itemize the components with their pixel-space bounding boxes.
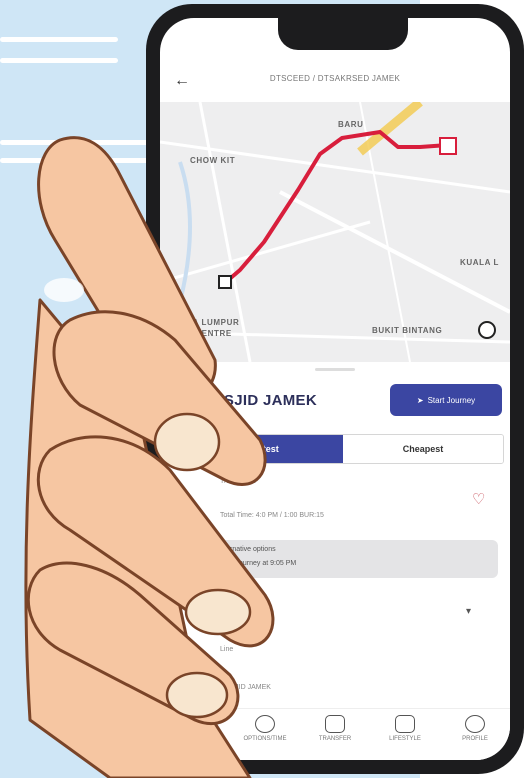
destination-marker: [439, 137, 457, 155]
decor-stripe: [0, 37, 118, 42]
nav-label-transfer: TRANSFER: [318, 736, 352, 742]
sheet-handle[interactable]: [315, 368, 355, 371]
transfer-icon: [325, 715, 345, 733]
tab-cheapest[interactable]: Cheapest: [343, 435, 503, 463]
decor-stripe: [0, 140, 160, 145]
top-bar: ← DTSCEED / DTSAKRSED JAMEK: [160, 66, 510, 102]
start-journey-label: Start Journey: [427, 395, 476, 405]
route-option-tabs: Fastest Cheapest: [182, 434, 504, 464]
travel-time-label: Travel Time: [220, 478, 257, 485]
nav-profile[interactable]: PROFILE: [440, 709, 510, 760]
route-map[interactable]: BARU CHOW KIT KUALA L KUALA LUMPUR CITY …: [160, 102, 510, 362]
line-label: Line: [220, 646, 234, 653]
nav-lifestyle[interactable]: LIFESTYLE: [370, 709, 440, 760]
origin-marker: [218, 275, 232, 289]
phone-screen: ← DTSCEED / DTSAKRSED JAMEK BARU CHOW KI…: [160, 18, 510, 760]
info-subtitle: Trip | Journey at 9:05 PM: [218, 560, 297, 567]
map-label-bukit-bintang: BUKIT BINTANG: [372, 326, 443, 335]
map-label-klcc: KUALA LUMPUR: [168, 318, 240, 327]
tab-fastest[interactable]: Fastest: [183, 435, 343, 463]
navigation-arrow-icon: ➤: [416, 395, 424, 405]
search-icon: [185, 715, 205, 733]
alternative-info-box[interactable]: Alternative options Trip | Journey at 9:…: [184, 540, 498, 578]
decor-stripe: [0, 58, 118, 63]
route-title: DTSCEED / DTSAKRSED JAMEK: [269, 74, 401, 83]
nav-search[interactable]: SEARCH: [160, 709, 230, 760]
nav-label-search: SEARCH: [182, 736, 208, 742]
bottom-navigation: SEARCH OPTIONS/TIME TRANSFER LIFESTYLE P…: [160, 708, 510, 760]
nav-transfer[interactable]: TRANSFER: [300, 709, 370, 760]
total-time-text: Total Time: 4:0 PM / 1:00 BUR:15: [220, 512, 324, 519]
phone-notch: [278, 18, 408, 50]
destination-title: MASJID JAMEK: [200, 392, 317, 409]
route-line: [224, 130, 450, 284]
nav-options-time[interactable]: OPTIONS/TIME: [230, 709, 300, 760]
phone-frame: ← DTSCEED / DTSAKRSED JAMEK BARU CHOW KI…: [146, 4, 524, 774]
clock-icon: [255, 715, 275, 733]
start-journey-button[interactable]: ➤ Start Journey: [390, 384, 502, 416]
favourite-heart-icon[interactable]: ♡: [472, 490, 485, 508]
map-label-klcc-2: CITY CENTRE: [172, 329, 232, 338]
shopping-bag-icon: [395, 715, 415, 733]
chevron-down-icon[interactable]: ▾: [466, 606, 471, 617]
profile-icon: [465, 715, 485, 733]
decor-stripe: [0, 158, 150, 163]
locate-me-button: [478, 321, 496, 339]
route-sheet: MASJID JAMEK ➤ Start Journey Fastest Che…: [160, 362, 510, 760]
nav-label-lifestyle: LIFESTYLE: [389, 736, 421, 742]
map-label-chow-kit: CHOW KIT: [190, 156, 236, 165]
nav-label-profile: PROFILE: [462, 736, 488, 742]
nav-label-options: OPTIONS/TIME: [243, 736, 287, 742]
info-title: Alternative options: [218, 546, 276, 553]
map-label-baru: BARU: [338, 120, 364, 129]
departure-label: Departure: [220, 604, 252, 611]
stop-name: MASJID JAMEK: [220, 684, 271, 691]
map-label-kuala: KUALA L: [460, 258, 500, 267]
